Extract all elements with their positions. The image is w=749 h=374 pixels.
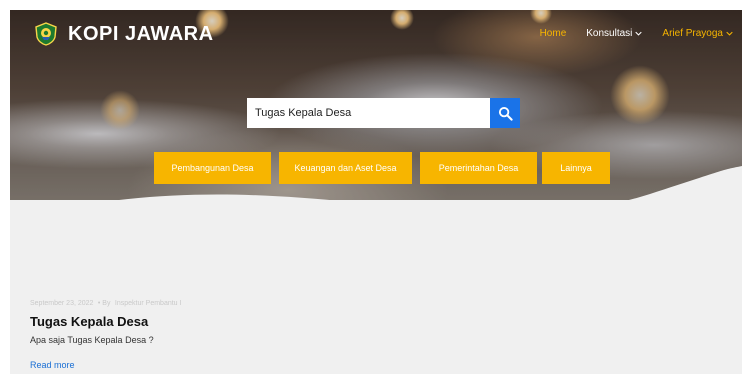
post-date: September 23, 2022 <box>30 300 94 307</box>
content-area <box>10 200 742 374</box>
search-icon <box>498 106 513 121</box>
category-pembangunan-desa[interactable]: Pembangunan Desa <box>154 152 271 184</box>
category-lainnya[interactable]: Lainnya <box>542 152 610 184</box>
brand-name: KOPI JAWARA <box>68 22 214 45</box>
search-button[interactable] <box>490 98 520 128</box>
nav-home[interactable]: Home <box>540 28 567 39</box>
post-title[interactable]: Tugas Kepala Desa <box>30 314 148 329</box>
chevron-down-icon <box>726 31 733 36</box>
read-more-link[interactable]: Read more <box>30 360 75 370</box>
nav-konsultasi-label: Konsultasi <box>586 28 633 39</box>
nav-user-label: Arief Prayoga <box>662 28 723 39</box>
search-bar <box>247 98 520 128</box>
post-author[interactable]: Inspektur Pembantu I <box>115 300 182 307</box>
nav-konsultasi[interactable]: Konsultasi <box>586 28 643 39</box>
category-pemerintahan-desa[interactable]: Pemerintahan Desa <box>420 152 537 184</box>
main-nav: Home Konsultasi Arief Prayoga <box>540 28 733 39</box>
regency-emblem-icon <box>35 22 57 46</box>
search-input[interactable] <box>247 98 490 128</box>
chevron-down-icon <box>635 31 643 36</box>
brand[interactable]: KOPI JAWARA <box>34 22 214 46</box>
nav-home-label: Home <box>539 28 567 39</box>
category-keuangan-aset-desa[interactable]: Keuangan dan Aset Desa <box>279 152 412 184</box>
nav-user-menu[interactable]: Arief Prayoga <box>662 28 733 39</box>
page: KOPI JAWARA Home Konsultasi Arief Prayog… <box>0 0 749 374</box>
post-meta-separator: • By <box>97 300 111 307</box>
post-excerpt: Apa saja Tugas Kepala Desa ? <box>30 335 154 345</box>
post-meta: September 23, 2022 • By Inspektur Pemban… <box>30 292 181 310</box>
